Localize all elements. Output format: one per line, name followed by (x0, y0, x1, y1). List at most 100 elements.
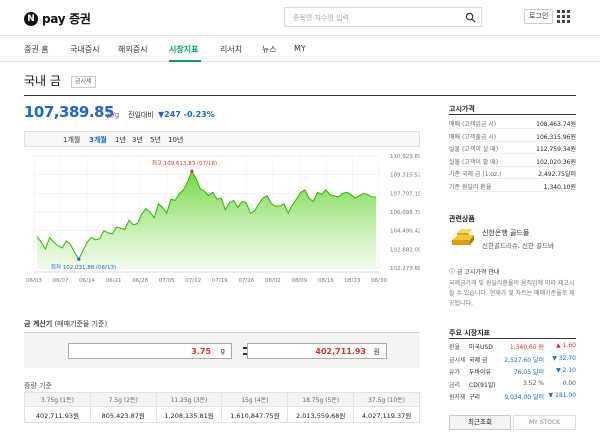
x-tick-label: 08/02 (265, 278, 281, 284)
quote-row: 매매 (고객출금 시) 106,315.96원 (449, 130, 576, 142)
tab-5year[interactable]: 5년 (150, 135, 161, 145)
market-name: 두바이유 (469, 369, 492, 376)
market-row[interactable]: 금시세 국제 금 2,527.60 달러 ▼ 32.70 (449, 354, 576, 365)
market-category: 유가 (449, 369, 461, 376)
chart-area (37, 171, 376, 268)
info-text: 국제금가격 및 원달러환율의 움직임에 따라 제고시될 수 있습니다. 현재가 … (449, 280, 575, 307)
calculator-box: 3.75 g 402,711.93 원 (24, 332, 420, 368)
quote-row: 기준 국제 금 (1.oz.) 2,492.75달러 (449, 167, 576, 179)
change-value: ▼247 -0.23% (158, 110, 215, 119)
apps-grid-icon[interactable] (557, 10, 570, 23)
x-tick-label: 07/05 (159, 278, 175, 284)
x-tick-label: 08/23 (345, 278, 361, 284)
npay-logo[interactable]: N pay 증권 (24, 10, 91, 27)
tab-3month[interactable]: 3개월 (89, 135, 107, 145)
market-row[interactable]: 유가 두바이유 76.05 달러 ▼ 2.10 (449, 366, 576, 377)
market-row[interactable]: 환율 미국USD 1,340.60 원 ▲ 1.60 (449, 341, 576, 352)
y-tick-label: 102,273.68 (390, 266, 420, 272)
result-value: 402,711.93 (315, 347, 366, 356)
change-amount: ▼247 (158, 110, 181, 119)
nav-overseas[interactable]: 해외증시 (118, 44, 147, 55)
title-tag: 금시세 (71, 76, 96, 88)
x-tick-label: 06/07 (53, 278, 69, 284)
quote-row: 매매 (고객입금 시) 108,463.74원 (449, 117, 576, 129)
market-category: 환율 (449, 344, 461, 351)
weight-input[interactable]: 3.75 g (68, 343, 232, 359)
quote-row: 실물 (고객이 살 때) 112,759.34원 (449, 142, 576, 154)
nav-home[interactable]: 증권 홈 (24, 44, 49, 55)
result-unit: 원 (373, 348, 380, 356)
market-value: 1,340.60 원 (509, 344, 544, 351)
tab-1month[interactable]: 1개월 (63, 135, 80, 145)
market-name: CD(91일) (469, 381, 496, 389)
market-name: 미국USD (469, 344, 493, 351)
search-input[interactable]: 종목명·지수명 입력 (284, 7, 482, 27)
weight-value-cell: 402,711.93원 (24, 406, 91, 423)
tab-3year[interactable]: 3년 (132, 135, 143, 145)
change-percent: -0.23% (183, 110, 215, 119)
quote-row-value: 1,340.10원 (543, 183, 576, 191)
calculator-title-note: (매매기준율 기준) (54, 320, 108, 328)
market-change: ▼ 2.10 (556, 367, 576, 374)
x-tick-label: 08/30 (371, 278, 387, 284)
market-name: 국제 금 (469, 356, 488, 364)
low-label: 최저 102,031.88 (06/13) (51, 263, 116, 271)
market-category: 금리 (449, 381, 461, 389)
product-name[interactable]: 신한은행 골드몰 (482, 228, 529, 238)
market-value: 3.52 % (523, 379, 544, 387)
weight-header: 11.25g (3돈) (155, 392, 223, 407)
logo-text: pay 증권 (42, 12, 91, 26)
market-section-title: 주요 시장지표 (449, 329, 491, 337)
search-icon[interactable] (465, 12, 476, 23)
y-tick-label: 110,923.89 (390, 154, 420, 160)
calculator-title: 금 계산기 (매매기준율 기준) (24, 319, 107, 329)
quote-row: 기준 원달러 환율 1,340.10원 (449, 180, 576, 192)
nav-research[interactable]: 리서치 (220, 44, 242, 55)
y-tick-label: 109,315.52 (390, 173, 420, 179)
market-row[interactable]: 원자재 구리 9,034.00 달러 ▼ 181.00 (449, 391, 576, 402)
tab-10year[interactable]: 10년 (168, 135, 183, 145)
current-price: 107,389.85 (24, 103, 114, 121)
quote-row-value: 102,020.36원 (536, 158, 576, 166)
market-change: 0.00 (562, 379, 576, 387)
product-description[interactable]: 신한골드리슈, 신한 골드바 (482, 240, 554, 250)
market-category: 원자재 (449, 394, 466, 401)
market-value: 2,527.60 달러 (504, 356, 544, 364)
weight-unit: g (220, 347, 225, 355)
price-unit: 원/g (106, 111, 120, 119)
quote-row-value: 106,315.96원 (536, 133, 576, 141)
title-divider (24, 95, 576, 96)
y-tick-label: 102,882.05 (390, 247, 420, 253)
market-section-divider (449, 338, 576, 339)
weight-header: 15g (4돈) (221, 392, 289, 407)
price-chart[interactable]: 110,923.89 109,315.52 107,707.15 106,098.79… (24, 150, 420, 290)
y-tick-label: 107,707.15 (390, 191, 420, 197)
y-tick-label: 104,490.42 (390, 229, 420, 235)
quote-row-label: 기준 원달러 환율 (449, 183, 492, 191)
nav-my[interactable]: MY (294, 44, 306, 53)
weight-table: 3.75g (1돈) 7.5g (2돈) 11.25g (3돈) 15g (4돈… (24, 392, 420, 423)
weight-value-cell: 2,013,559.68원 (287, 406, 355, 423)
recent-view-button[interactable]: 최근조회 (449, 415, 511, 430)
quote-row-value: 2,492.75달러 (538, 171, 576, 178)
weight-header: 7.5g (2돈) (89, 392, 157, 407)
result-input[interactable]: 402,711.93 원 (247, 343, 387, 359)
y-tick-label: 106,098.79 (390, 210, 420, 216)
my-stock-button[interactable]: MY STOCK (513, 415, 576, 430)
quote-row: 실물 (고객이 팔 때) 102,020.36원 (449, 155, 576, 167)
nav-news[interactable]: 뉴스 (262, 44, 277, 55)
market-row[interactable]: 금리 CD(91일) 3.52 % 0.00 (449, 379, 576, 390)
market-name: 구리 (469, 394, 481, 401)
high-marker (190, 169, 194, 173)
top-bar: N pay 증권 종목명·지수명 입력 로그인 (0, 0, 600, 36)
weight-table-title: 중량 기준 (24, 382, 52, 390)
quote-section-divider (449, 114, 576, 115)
nav-market-index[interactable]: 시장지표 (169, 44, 198, 55)
tab-1year[interactable]: 1년 (115, 135, 126, 145)
info-title: ⓘ 금 고시가격 안내 (449, 269, 500, 276)
nav-domestic[interactable]: 국내증시 (70, 44, 99, 55)
login-button[interactable]: 로그인 (524, 9, 554, 24)
x-tick-label: 08/09 (291, 278, 307, 284)
quote-row-label: 실물 (고객이 살 때) (449, 146, 499, 153)
market-change: ▼ 181.00 (548, 392, 576, 399)
